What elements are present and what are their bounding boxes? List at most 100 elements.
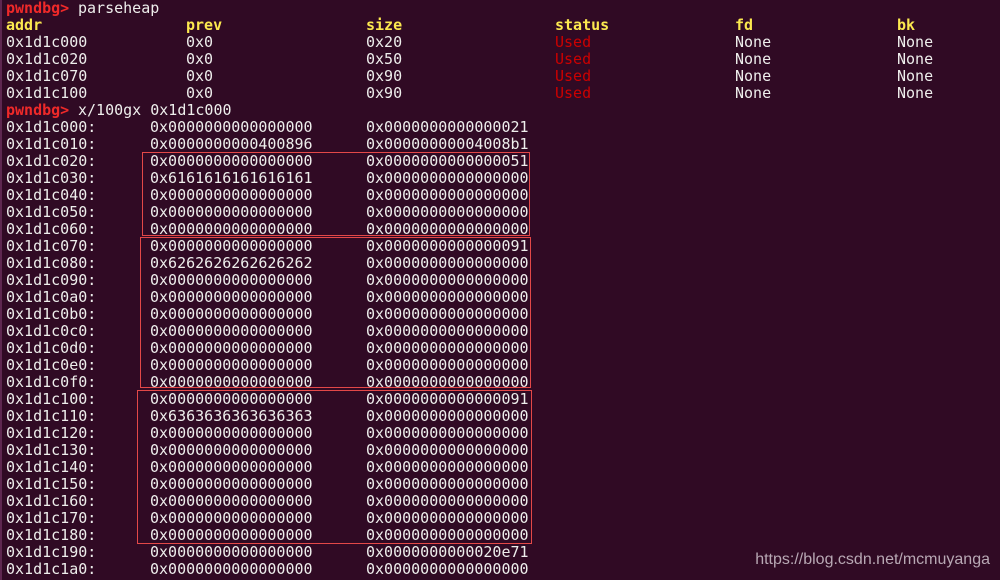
- memory-qword-1: 0x0000000000000000: [150, 339, 313, 357]
- memory-address: 0x1d1c0c0:: [6, 322, 97, 340]
- memory-address: 0x1d1c120:: [6, 424, 97, 442]
- memory-address: 0x1d1c010:: [6, 135, 97, 153]
- cell-bk: None: [897, 67, 934, 85]
- memory-address: 0x1d1c000:: [6, 118, 97, 136]
- memory-qword-2: 0x0000000000020e71: [366, 543, 529, 561]
- memory-qword-1: 0x0000000000000000: [150, 220, 313, 238]
- memory-qword-2: 0x0000000000000000: [366, 254, 529, 272]
- memory-row: 0x1d1c120: 0x0000000000000000 0x0000000000…: [0, 425, 1000, 442]
- memory-address: 0x1d1c150:: [6, 475, 97, 493]
- memory-row: 0x1d1c160: 0x0000000000000000 0x0000000000…: [0, 493, 1000, 510]
- memory-address: 0x1d1c110:: [6, 407, 97, 425]
- cell-status: Used: [555, 84, 592, 102]
- cell-fd: None: [735, 84, 772, 102]
- memory-address: 0x1d1c0a0:: [6, 288, 97, 306]
- memory-row: 0x1d1c010: 0x0000000000400896 0x0000000000…: [0, 136, 1000, 153]
- cell-fd: None: [735, 50, 772, 68]
- prompt-line-examine: pwndbg> x/100gx 0x1d1c000: [0, 102, 1000, 119]
- memory-qword-2: 0x0000000000000000: [366, 475, 529, 493]
- memory-address: 0x1d1c0f0:: [6, 373, 97, 391]
- command: x/100gx 0x1d1c000: [78, 101, 232, 119]
- memory-qword-1: 0x0000000000000000: [150, 492, 313, 510]
- cell-prev: 0x0: [186, 33, 214, 51]
- memory-qword-2: 0x0000000000000000: [366, 509, 529, 527]
- memory-row: 0x1d1c0c0: 0x0000000000000000 0x0000000000…: [0, 323, 1000, 340]
- column-header-addr: addr: [6, 16, 43, 34]
- memory-row: 0x1d1c000: 0x0000000000000000 0x0000000000…: [0, 119, 1000, 136]
- column-header-status: status: [555, 16, 610, 34]
- cell-bk: None: [897, 84, 934, 102]
- memory-qword-1: 0x0000000000000000: [150, 390, 313, 408]
- memory-address: 0x1d1c190:: [6, 543, 97, 561]
- memory-qword-2: 0x0000000000000000: [366, 424, 529, 442]
- column-header-bk: bk: [897, 16, 916, 34]
- memory-qword-2: 0x0000000000000000: [366, 271, 529, 289]
- memory-address: 0x1d1c090:: [6, 271, 97, 289]
- cell-bk: None: [897, 50, 934, 68]
- cell-size: 0x50: [366, 50, 403, 68]
- cell-prev: 0x0: [186, 50, 214, 68]
- memory-address: 0x1d1c170:: [6, 509, 97, 527]
- memory-qword-1: 0x0000000000000000: [150, 203, 313, 221]
- memory-row: 0x1d1c070: 0x0000000000000000 0x0000000000…: [0, 238, 1000, 255]
- memory-row: 0x1d1c090: 0x0000000000000000 0x0000000000…: [0, 272, 1000, 289]
- memory-row: 0x1d1c180: 0x0000000000000000 0x0000000000…: [0, 527, 1000, 544]
- cell-addr: 0x1d1c020: [6, 50, 88, 68]
- memory-row: 0x1d1c050: 0x0000000000000000 0x0000000000…: [0, 204, 1000, 221]
- memory-qword-2: 0x0000000000000000: [366, 322, 529, 340]
- cell-addr: 0x1d1c070: [6, 67, 88, 85]
- memory-qword-2: 0x0000000000000000: [366, 526, 529, 544]
- memory-address: 0x1d1c030:: [6, 169, 97, 187]
- memory-row: 0x1d1c0d0: 0x0000000000000000 0x0000000000…: [0, 340, 1000, 357]
- memory-row: 0x1d1c080: 0x6262626262626262 0x0000000000…: [0, 255, 1000, 272]
- memory-address: 0x1d1c0e0:: [6, 356, 97, 374]
- prompt: pwndbg>: [6, 0, 70, 17]
- table-row: 0x1d1c100 0x0 0x90 Used None None: [0, 85, 1000, 102]
- memory-qword-2: 0x0000000000000000: [366, 560, 529, 578]
- memory-qword-2: 0x0000000000000021: [366, 118, 529, 136]
- table-header: addr prev size status fd bk: [0, 17, 1000, 34]
- prompt-line-parseheap: pwndbg> parseheap: [0, 0, 1000, 17]
- memory-qword-2: 0x0000000000000000: [366, 288, 529, 306]
- memory-address: 0x1d1c0d0:: [6, 339, 97, 357]
- memory-qword-1: 0x0000000000000000: [150, 322, 313, 340]
- memory-row: 0x1d1c130: 0x0000000000000000 0x0000000000…: [0, 442, 1000, 459]
- memory-qword-1: 0x0000000000000000: [150, 373, 313, 391]
- memory-qword-1: 0x0000000000400896: [150, 135, 313, 153]
- memory-row: 0x1d1c140: 0x0000000000000000 0x0000000000…: [0, 459, 1000, 476]
- memory-qword-2: 0x0000000000000000: [366, 356, 529, 374]
- memory-qword-2: 0x0000000000000091: [366, 390, 529, 408]
- column-header-prev: prev: [186, 16, 223, 34]
- cell-fd: None: [735, 67, 772, 85]
- memory-qword-2: 0x0000000000000000: [366, 492, 529, 510]
- prompt: pwndbg>: [6, 101, 70, 119]
- memory-row: 0x1d1c170: 0x0000000000000000 0x0000000000…: [0, 510, 1000, 527]
- memory-qword-1: 0x0000000000000000: [150, 186, 313, 204]
- memory-qword-1: 0x0000000000000000: [150, 441, 313, 459]
- table-row: 0x1d1c020 0x0 0x50 Used None None: [0, 51, 1000, 68]
- table-row: 0x1d1c070 0x0 0x90 Used None None: [0, 68, 1000, 85]
- memory-qword-1: 0x0000000000000000: [150, 288, 313, 306]
- memory-qword-1: 0x0000000000000000: [150, 271, 313, 289]
- memory-qword-1: 0x0000000000000000: [150, 118, 313, 136]
- memory-qword-1: 0x0000000000000000: [150, 424, 313, 442]
- cell-status: Used: [555, 50, 592, 68]
- memory-qword-1: 0x0000000000000000: [150, 152, 313, 170]
- memory-row: 0x1d1c020: 0x0000000000000000 0x0000000000…: [0, 153, 1000, 170]
- memory-qword-2: 0x0000000000000000: [366, 407, 529, 425]
- cell-size: 0x90: [366, 67, 403, 85]
- memory-address: 0x1d1c140:: [6, 458, 97, 476]
- table-row: 0x1d1c000 0x0 0x20 Used None None: [0, 34, 1000, 51]
- memory-qword-1: 0x0000000000000000: [150, 509, 313, 527]
- memory-address: 0x1d1c100:: [6, 390, 97, 408]
- cell-fd: None: [735, 33, 772, 51]
- memory-qword-1: 0x0000000000000000: [150, 237, 313, 255]
- memory-qword-2: 0x0000000000000000: [366, 203, 529, 221]
- column-header-size: size: [366, 16, 403, 34]
- cell-status: Used: [555, 33, 592, 51]
- memory-qword-1: 0x0000000000000000: [150, 458, 313, 476]
- memory-qword-1: 0x6363636363636363: [150, 407, 313, 425]
- cell-addr: 0x1d1c000: [6, 33, 88, 51]
- memory-qword-1: 0x6262626262626262: [150, 254, 313, 272]
- memory-row: 0x1d1c0f0: 0x0000000000000000 0x0000000000…: [0, 374, 1000, 391]
